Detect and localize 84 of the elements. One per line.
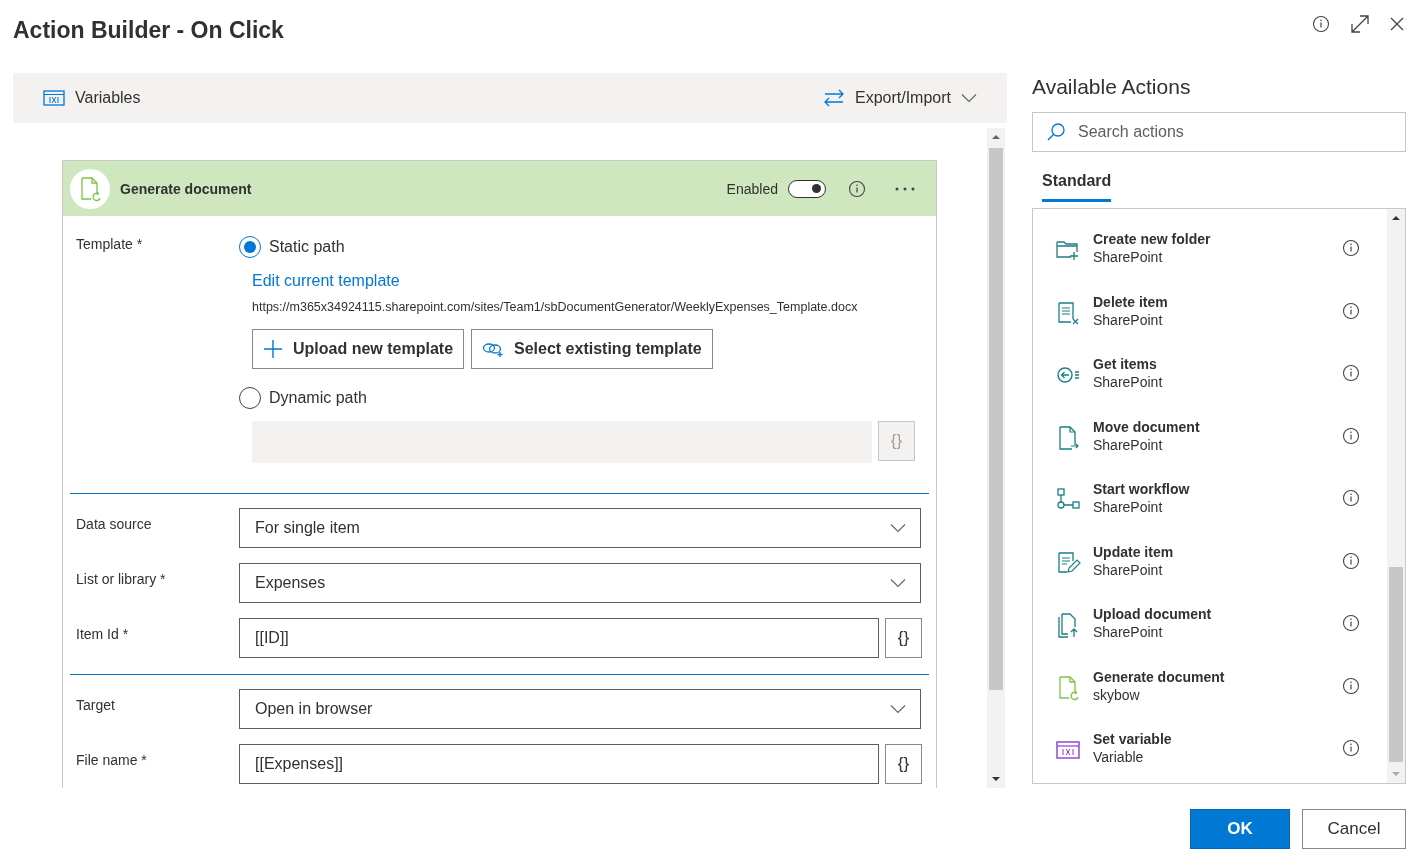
field-label: Target	[76, 696, 116, 713]
action-item[interactable]: Move document SharePoint	[1033, 406, 1387, 469]
more-icon[interactable]	[894, 185, 916, 192]
action-item[interactable]: Delete item SharePoint	[1033, 281, 1387, 344]
variables-button[interactable]: Variables	[43, 89, 141, 107]
enabled-toggle[interactable]	[788, 179, 826, 198]
info-icon[interactable]	[1342, 739, 1360, 757]
chevron-down-icon	[890, 704, 906, 714]
action-source: SharePoint	[1093, 436, 1164, 453]
variable-icon	[43, 90, 65, 106]
field-label: Item Id *	[76, 625, 130, 642]
search-field[interactable]: Search actions	[1032, 112, 1406, 152]
panel-title: Available Actions	[1032, 75, 1192, 100]
action-item[interactable]: Create new folder SharePoint	[1033, 219, 1387, 282]
scrollbar[interactable]	[987, 128, 1005, 788]
plus-icon	[263, 339, 283, 359]
list-delete-icon	[1055, 299, 1081, 326]
action-source: skybow	[1093, 686, 1141, 703]
action-item[interactable]: Start workflow SharePoint	[1033, 469, 1387, 532]
action-name: Set variable	[1093, 731, 1173, 747]
action-name: Upload document	[1093, 606, 1213, 622]
action-item[interactable]: Update item SharePoint	[1033, 531, 1387, 594]
upload-template-button[interactable]: Upload new template	[252, 329, 465, 369]
link-icon	[482, 340, 505, 358]
enabled-label: Enabled	[726, 180, 778, 197]
action-name: Create new folder	[1093, 231, 1212, 247]
field-label: Template *	[76, 236, 144, 254]
action-name: Start workflow	[1093, 481, 1191, 497]
field-label: List or library *	[76, 570, 167, 587]
cancel-button[interactable]: Cancel	[1302, 809, 1406, 849]
action-source: SharePoint	[1093, 499, 1164, 515]
tab[interactable]: Standard	[1042, 172, 1112, 202]
chevron-down-icon	[890, 578, 906, 588]
info-icon[interactable]	[1342, 489, 1360, 507]
text-field[interactable]: [[ID]]	[239, 618, 879, 658]
info-icon[interactable]	[1342, 676, 1360, 695]
expand-icon[interactable]	[1350, 14, 1370, 34]
action-source: SharePoint	[1093, 311, 1164, 328]
search-icon	[1046, 122, 1066, 142]
action-item[interactable]: Upload document SharePoint	[1033, 594, 1387, 657]
edit-template-link[interactable]: Edit current template	[252, 272, 915, 290]
action-source: SharePoint	[1093, 561, 1164, 578]
action-item[interactable]: Generate document skybow	[1033, 656, 1387, 719]
export-import-button[interactable]: Export/Import	[822, 89, 977, 107]
action-name: Generate document	[1093, 668, 1226, 685]
info-icon[interactable]	[1342, 551, 1360, 570]
template-url: https://m365x34924115.sharepoint.com/sites/Team1/sbDocumentGenerator/WeeklyExpenses_Template.docx	[252, 300, 859, 314]
radio-option[interactable]: Static path	[239, 236, 345, 258]
action-name: Delete item	[1093, 293, 1169, 310]
info-icon[interactable]	[1312, 15, 1330, 33]
scrollbar[interactable]	[1387, 209, 1405, 783]
action-name: Update item	[1093, 543, 1175, 560]
action-item[interactable]: Get items SharePoint	[1033, 344, 1387, 407]
info-icon[interactable]	[1342, 301, 1360, 320]
action-item[interactable]: Set variable Variable	[1033, 719, 1387, 782]
close-icon[interactable]	[1390, 17, 1404, 31]
field-label: Data source	[76, 515, 153, 532]
info-icon[interactable]	[1342, 239, 1360, 257]
card-title: Generate document	[120, 180, 253, 197]
document-pencil-icon	[1055, 549, 1081, 576]
dropdown[interactable]: Expenses	[239, 563, 921, 603]
radio-option[interactable]: Dynamic path	[239, 387, 367, 409]
info-icon[interactable]	[1342, 426, 1360, 445]
dropdown[interactable]: For single item	[239, 508, 921, 548]
info-icon[interactable]	[848, 179, 866, 198]
swap-arrows-icon	[822, 89, 845, 107]
action-source: SharePoint	[1093, 249, 1164, 265]
field-label: File name *	[76, 751, 148, 768]
info-icon[interactable]	[1342, 364, 1360, 382]
action-name: Get items	[1093, 356, 1158, 372]
dropdown[interactable]: Open in browser	[239, 689, 921, 729]
action-source: Variable	[1093, 749, 1145, 765]
expression-button[interactable]: {}	[885, 744, 922, 784]
window-title: Action Builder - On Click	[13, 17, 284, 44]
action-name: Move document	[1093, 418, 1201, 435]
expression-button[interactable]: {}	[885, 618, 922, 658]
chevron-down-icon	[961, 93, 977, 103]
text-field[interactable]: [[Expenses]]	[239, 744, 879, 784]
select-template-button[interactable]: Select extisting template	[471, 329, 713, 369]
action-source: SharePoint	[1093, 624, 1164, 640]
ok-button[interactable]: OK	[1190, 809, 1290, 849]
action-source: SharePoint	[1093, 374, 1164, 390]
chevron-down-icon	[890, 523, 906, 533]
info-icon[interactable]	[1342, 614, 1360, 632]
